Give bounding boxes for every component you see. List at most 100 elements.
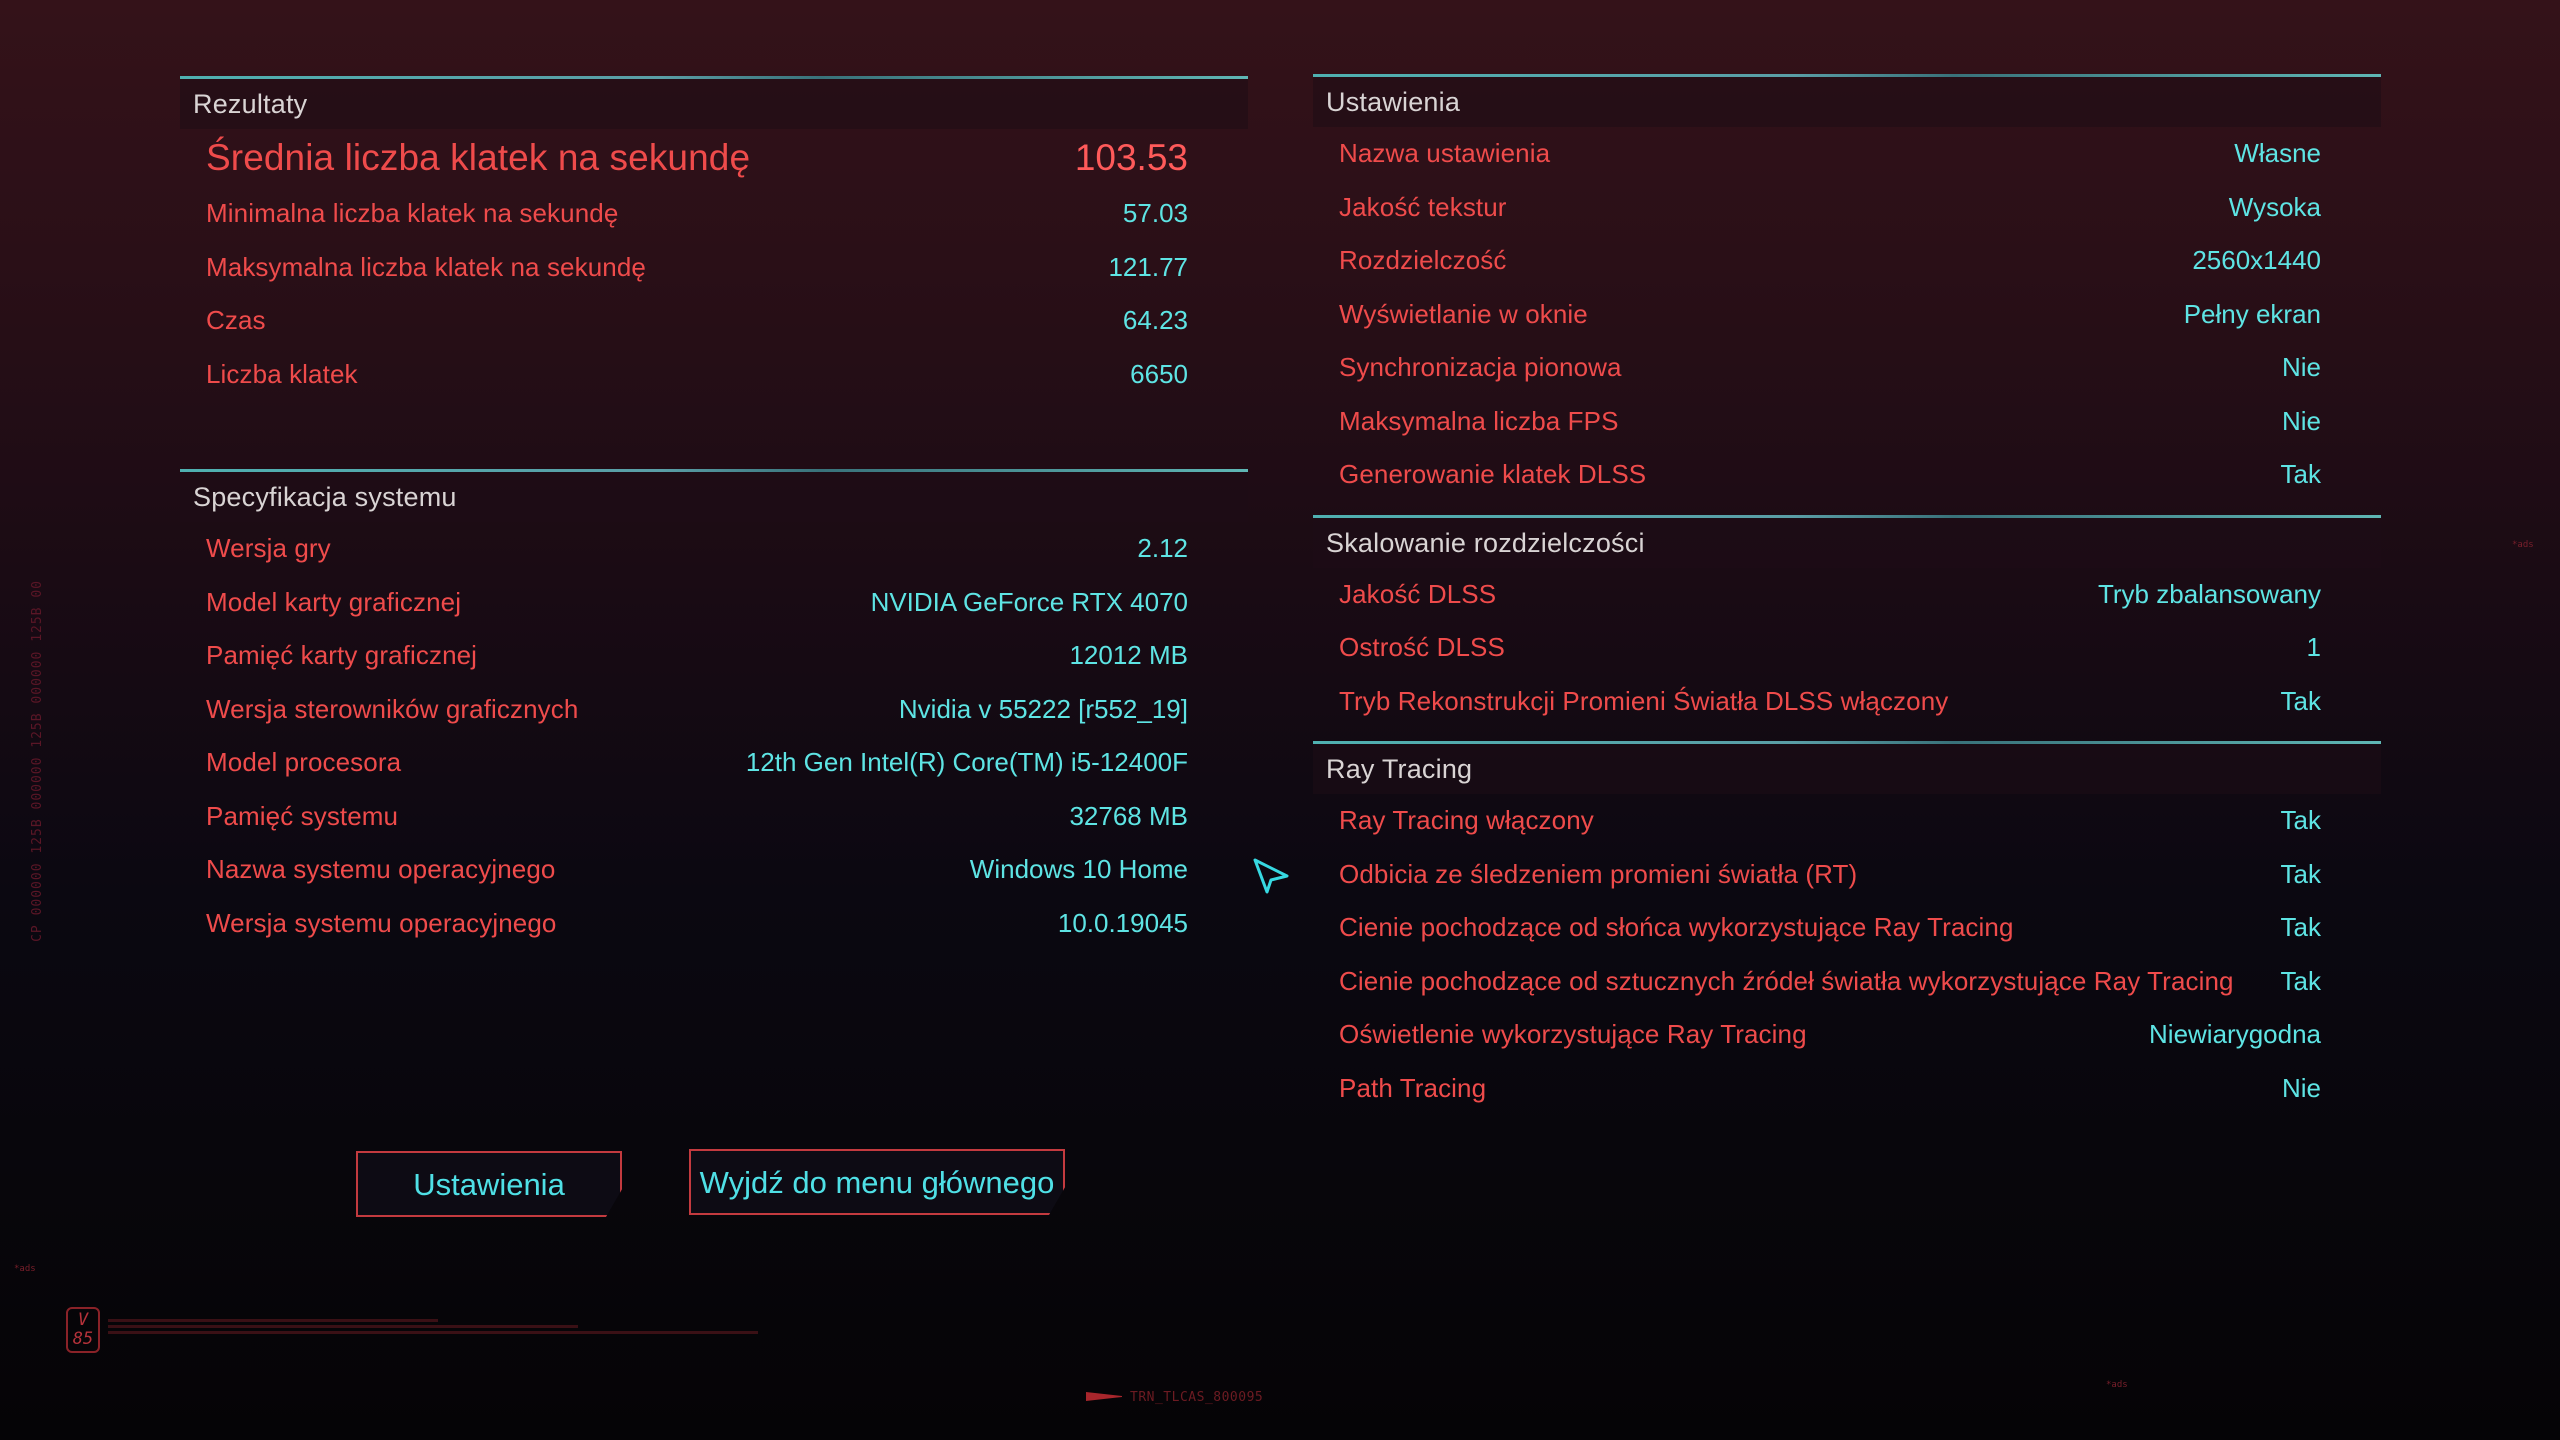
row-value: Tak (2280, 685, 2321, 716)
list-item: Synchronizacja pionowa Nie (1313, 341, 2381, 395)
left-panel: Rezultaty Średnia liczba klatek na sekun… (180, 76, 1248, 950)
row-value: Nvidia v 55222 [r552_19] (898, 693, 1188, 724)
row-label: Jakość tekstur (1339, 191, 1507, 222)
list-item: Nazwa ustawienia Własne (1313, 127, 2381, 181)
row-value: NVIDIA GeForce RTX 4070 (870, 586, 1188, 617)
list-item: Maksymalna liczba FPS Nie (1313, 395, 2381, 449)
row-label: Pamięć karty graficznej (206, 640, 478, 670)
row-label: Ray Tracing włączony (1339, 805, 1594, 835)
row-value: Tryb zbalansowany (2097, 578, 2321, 609)
row-label: Rozdzielczość (1339, 245, 1507, 275)
system-title: Specyfikacja systemu (180, 472, 1248, 522)
results-section: Rezultaty Średnia liczba klatek na sekun… (180, 76, 1248, 401)
row-label: Nazwa ustawienia (1339, 138, 1551, 168)
row-label: Czas (206, 305, 266, 335)
list-item: Generowanie klatek DLSS Tak (1313, 448, 2381, 502)
row-label: Jakość DLSS (1339, 578, 1497, 609)
raytracing-title: Ray Tracing (1313, 744, 2381, 794)
row-label: Generowanie klatek DLSS (1339, 459, 1647, 489)
row-label: Wyświetlanie w oknie (1339, 298, 1588, 329)
list-item: Rozdzielczość 2560x1440 (1313, 234, 2381, 288)
version-badge-icon: V 85 (66, 1307, 100, 1353)
row-label: Model procesora (206, 747, 402, 777)
row-value: Windows 10 Home (969, 854, 1188, 884)
row-value: 32768 MB (1069, 800, 1188, 831)
list-item: Model procesora 12th Gen Intel(R) Core(TM… (180, 736, 1248, 790)
list-item: Nazwa systemu operacyjnego Windows 10 Hom… (180, 843, 1248, 897)
max-fps-row: Maksymalna liczba klatek na sekundę 121.… (180, 241, 1248, 295)
ad-tag: *ads (2512, 540, 2534, 550)
row-label: Oświetlenie wykorzystujące Ray Tracing (1339, 1019, 1807, 1049)
row-value: 10.0.19045 (1057, 907, 1188, 938)
right-panel: Ustawienia Nazwa ustawienia Własne Jakość… (1313, 74, 2381, 1115)
results-title: Rezultaty (180, 79, 1248, 129)
row-value: Nie (2281, 1072, 2321, 1103)
row-label: Odbicia ze śledzeniem promieni światła (… (1339, 858, 1858, 889)
arrow-marker-icon (1086, 1392, 1122, 1401)
list-item: Wyświetlanie w oknie Pełny ekran (1313, 288, 2381, 342)
row-value: Tak (2280, 858, 2321, 889)
legal-fine-print (108, 1316, 758, 1337)
row-value: 2560x1440 (2192, 245, 2321, 275)
ad-tag: *ads (2106, 1380, 2128, 1390)
settings-title: Ustawienia (1313, 77, 2381, 127)
scaling-title: Skalowanie rozdzielczości (1313, 517, 2381, 568)
footer-code: TRN_TLCAS_800095 (1130, 1390, 1264, 1405)
ad-tag: *ads (14, 1264, 36, 1274)
row-value: 12012 MB (1069, 640, 1188, 670)
row-label: Path Tracing (1339, 1072, 1487, 1103)
frames-row: Liczba klatek 6650 (180, 348, 1248, 402)
list-item: Pamięć systemu 32768 MB (180, 790, 1248, 844)
row-label: Pamięć systemu (206, 800, 399, 831)
row-label: Maksymalna liczba klatek na sekundę (206, 251, 646, 282)
system-section: Specyfikacja systemu Wersja gry 2.12 Mode… (180, 469, 1248, 950)
vertical-code-text: CP 000000 125B 000000 125B 000000 125B 0… (30, 580, 45, 942)
min-fps-row: Minimalna liczba klatek na sekundę 57.03 (180, 187, 1248, 241)
row-value: 1 (2306, 632, 2321, 662)
row-value: 103.53 (1074, 137, 1188, 178)
row-value: Tak (2280, 965, 2321, 996)
row-label: Wersja sterowników graficznych (206, 693, 579, 724)
list-item: Wersja systemu operacyjnego 10.0.19045 (180, 897, 1248, 951)
row-value: Wysoka (2228, 191, 2321, 222)
list-item: Model karty graficznej NVIDIA GeForce RTX… (180, 576, 1248, 630)
cursor-arrow-icon (1253, 858, 1289, 894)
row-label: Maksymalna liczba FPS (1339, 405, 1619, 436)
row-label: Minimalna liczba klatek na sekundę (206, 198, 619, 228)
row-value: Tak (2280, 912, 2321, 942)
row-label: Cienie pochodzące od słońca wykorzystują… (1339, 912, 2014, 942)
row-value: 121.77 (1108, 251, 1188, 282)
row-value: Nie (2281, 405, 2321, 436)
row-label: Cienie pochodzące od sztucznych źródeł ś… (1339, 965, 2234, 996)
row-value: Niewiarygodna (2149, 1019, 2321, 1049)
row-value: Tak (2280, 805, 2321, 835)
row-label: Wersja systemu operacyjnego (206, 907, 557, 938)
scaling-section: Skalowanie rozdzielczości Jakość DLSS Try… (1313, 514, 2381, 729)
list-item: Path Tracing Nie (1313, 1062, 2381, 1116)
row-value: 64.23 (1122, 305, 1188, 335)
row-label: Średnia liczba klatek na sekundę (206, 137, 751, 178)
row-label: Nazwa systemu operacyjnego (206, 854, 556, 884)
row-label: Wersja gry (206, 533, 331, 563)
list-item: Wersja sterowników graficznych Nvidia v 5… (180, 683, 1248, 737)
row-value: 2.12 (1137, 533, 1188, 563)
list-item: Odbicia ze śledzeniem promieni światła (… (1313, 848, 2381, 902)
row-value: 12th Gen Intel(R) Core(TM) i5-12400F (745, 747, 1188, 777)
settings-button[interactable]: Ustawienia (356, 1151, 622, 1217)
raytracing-section: Ray Tracing Ray Tracing włączony Tak Odbi… (1313, 741, 2381, 1115)
row-label: Tryb Rekonstrukcji Promieni Światła DLSS… (1339, 685, 1949, 716)
row-value: Tak (2280, 459, 2321, 489)
list-item: Cienie pochodzące od słońca wykorzystują… (1313, 901, 2381, 955)
row-value: 57.03 (1122, 198, 1188, 228)
row-value: 6650 (1130, 358, 1188, 389)
list-item: Ray Tracing włączony Tak (1313, 794, 2381, 848)
row-label: Ostrość DLSS (1339, 632, 1505, 662)
row-value: Własne (2234, 138, 2321, 168)
settings-section: Ustawienia Nazwa ustawienia Własne Jakość… (1313, 74, 2381, 502)
row-label: Liczba klatek (206, 358, 358, 389)
exit-to-main-menu-button[interactable]: Wyjdź do menu głównego (689, 1149, 1065, 1215)
list-item: Pamięć karty graficznej 12012 MB (180, 629, 1248, 683)
list-item: Ostrość DLSS 1 (1313, 621, 2381, 675)
list-item: Jakość DLSS Tryb zbalansowany (1313, 568, 2381, 622)
avg-fps-row: Średnia liczba klatek na sekundę 103.53 (180, 129, 1248, 187)
